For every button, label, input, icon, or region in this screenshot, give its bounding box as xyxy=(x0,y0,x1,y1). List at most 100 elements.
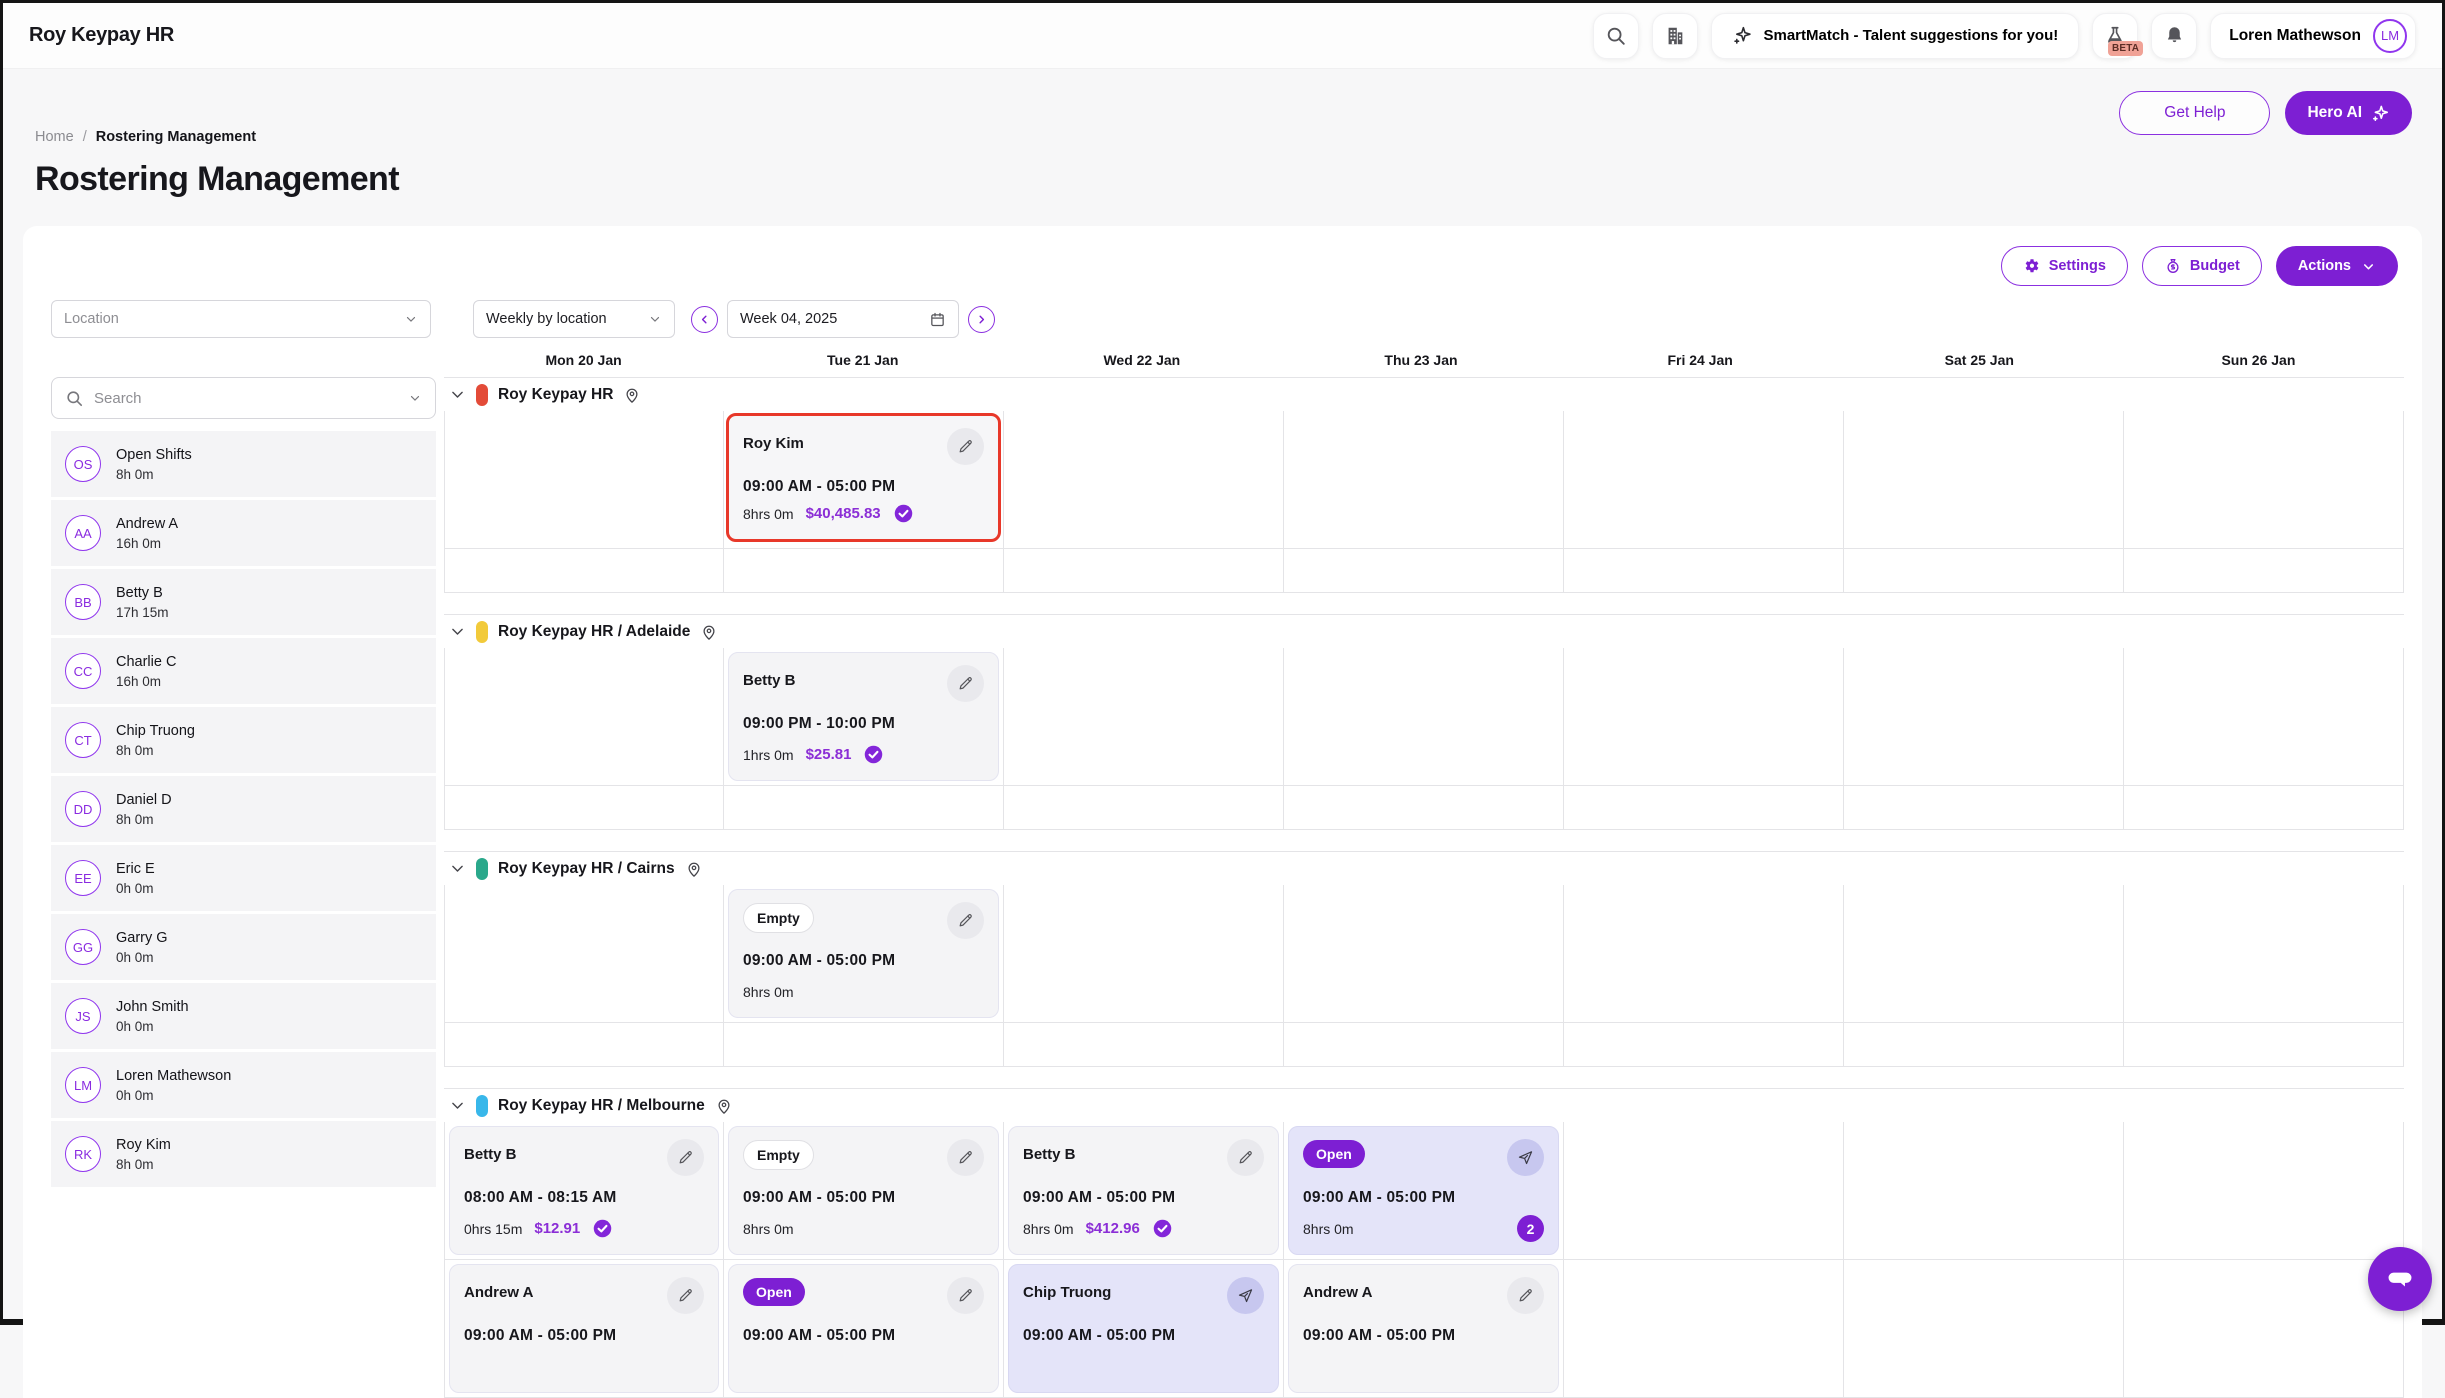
search-button[interactable] xyxy=(1593,13,1639,59)
organisation-button[interactable] xyxy=(1652,13,1698,59)
day-cell[interactable] xyxy=(1844,648,2124,786)
employee-list-item[interactable]: DD Daniel D 8h 0m xyxy=(51,776,436,842)
collapse-group-button[interactable] xyxy=(449,623,466,640)
shift-card[interactable]: Betty B 09:00 PM - 10:00 PM 1hrs 0m $25.… xyxy=(728,652,999,781)
day-cell[interactable]: Andrew A 09:00 AM - 05:00 PM xyxy=(444,1260,724,1398)
day-cell[interactable] xyxy=(724,1023,1004,1067)
day-cell[interactable] xyxy=(1004,549,1284,593)
collapse-group-button[interactable] xyxy=(449,860,466,877)
shift-card[interactable]: Empty 09:00 AM - 05:00 PM 8hrs 0m xyxy=(728,1126,999,1255)
edit-shift-button[interactable] xyxy=(947,665,984,702)
day-cell[interactable] xyxy=(2124,411,2404,549)
day-cell[interactable] xyxy=(1004,411,1284,549)
edit-shift-button[interactable] xyxy=(667,1139,704,1176)
previous-week-button[interactable] xyxy=(691,306,718,333)
employee-list-item[interactable]: OS Open Shifts 8h 0m xyxy=(51,431,436,497)
day-cell[interactable] xyxy=(1564,1023,1844,1067)
shift-card[interactable]: Betty B 08:00 AM - 08:15 AM 0hrs 15m $12… xyxy=(449,1126,719,1255)
day-cell[interactable] xyxy=(1564,1122,1844,1260)
day-cell[interactable] xyxy=(1844,1122,2124,1260)
day-cell[interactable] xyxy=(1844,1023,2124,1067)
user-menu[interactable]: Loren Mathewson LM xyxy=(2210,13,2416,59)
edit-shift-button[interactable] xyxy=(667,1277,704,1314)
employee-search-box[interactable] xyxy=(51,377,436,419)
employee-list-item[interactable]: AA Andrew A 16h 0m xyxy=(51,500,436,566)
day-cell[interactable] xyxy=(724,549,1004,593)
day-cell[interactable] xyxy=(2124,786,2404,830)
day-cell[interactable] xyxy=(1564,786,1844,830)
day-cell[interactable]: Andrew A 09:00 AM - 05:00 PM xyxy=(1284,1260,1564,1398)
edit-shift-button[interactable] xyxy=(947,1277,984,1314)
week-picker[interactable]: Week 04, 2025 xyxy=(727,300,959,338)
day-cell[interactable] xyxy=(2124,1260,2404,1398)
day-cell[interactable] xyxy=(1844,411,2124,549)
edit-shift-button[interactable] xyxy=(1507,1277,1544,1314)
notifications-button[interactable] xyxy=(2151,13,2197,59)
shift-card[interactable]: Chip Truong 09:00 AM - 05:00 PM xyxy=(1008,1264,1279,1393)
day-cell[interactable] xyxy=(1564,1260,1844,1398)
day-cell[interactable] xyxy=(1284,885,1564,1023)
day-cell[interactable]: Roy Kim 09:00 AM - 05:00 PM 8hrs 0m $40,… xyxy=(724,411,1004,549)
day-cell[interactable]: Empty 09:00 AM - 05:00 PM 8hrs 0m xyxy=(724,1122,1004,1260)
employee-list-item[interactable]: JS John Smith 0h 0m xyxy=(51,983,436,1049)
view-mode-select[interactable]: Weekly by location xyxy=(473,300,675,338)
chat-widget-button[interactable] xyxy=(2368,1247,2432,1311)
employee-list-item[interactable]: EE Eric E 0h 0m xyxy=(51,845,436,911)
publish-shift-button[interactable] xyxy=(1227,1277,1264,1314)
day-cell[interactable] xyxy=(2124,885,2404,1023)
shift-card[interactable]: Betty B 09:00 AM - 05:00 PM 8hrs 0m $412… xyxy=(1008,1126,1279,1255)
day-cell[interactable]: Betty B 09:00 AM - 05:00 PM 8hrs 0m $412… xyxy=(1004,1122,1284,1260)
employee-search-input[interactable] xyxy=(94,390,398,407)
actions-button[interactable]: Actions xyxy=(2276,246,2398,286)
employee-list-item[interactable]: GG Garry G 0h 0m xyxy=(51,914,436,980)
shift-card[interactable]: Andrew A 09:00 AM - 05:00 PM xyxy=(449,1264,719,1393)
breadcrumb-home[interactable]: Home xyxy=(35,129,74,145)
shift-card[interactable]: Open 09:00 AM - 05:00 PM xyxy=(728,1264,999,1393)
shift-card[interactable]: Empty 09:00 AM - 05:00 PM 8hrs 0m xyxy=(728,889,999,1018)
employee-list-item[interactable]: BB Betty B 17h 15m xyxy=(51,569,436,635)
day-cell[interactable]: Open 09:00 AM - 05:00 PM 8hrs 0m 2 xyxy=(1284,1122,1564,1260)
shift-card[interactable]: Open 09:00 AM - 05:00 PM 8hrs 0m 2 xyxy=(1288,1126,1559,1255)
day-cell[interactable] xyxy=(2124,549,2404,593)
settings-button[interactable]: Settings xyxy=(2001,246,2128,286)
publish-shift-button[interactable] xyxy=(1507,1139,1544,1176)
day-cell[interactable] xyxy=(1004,786,1284,830)
next-week-button[interactable] xyxy=(968,306,995,333)
employee-list-item[interactable]: CC Charlie C 16h 0m xyxy=(51,638,436,704)
smartmatch-button[interactable]: SmartMatch - Talent suggestions for you! xyxy=(1711,13,2079,59)
day-cell[interactable] xyxy=(1844,549,2124,593)
day-cell[interactable] xyxy=(2124,648,2404,786)
edit-shift-button[interactable] xyxy=(947,902,984,939)
shift-card[interactable]: Andrew A 09:00 AM - 05:00 PM xyxy=(1288,1264,1559,1393)
day-cell[interactable] xyxy=(1564,411,1844,549)
employee-list-item[interactable]: RK Roy Kim 8h 0m xyxy=(51,1121,436,1187)
collapse-group-button[interactable] xyxy=(449,386,466,403)
day-cell[interactable] xyxy=(1844,885,2124,1023)
day-cell[interactable] xyxy=(1844,786,2124,830)
day-cell[interactable]: Open 09:00 AM - 05:00 PM xyxy=(724,1260,1004,1398)
edit-shift-button[interactable] xyxy=(947,428,984,465)
day-cell[interactable] xyxy=(1284,786,1564,830)
day-cell[interactable] xyxy=(2124,1122,2404,1260)
day-cell[interactable] xyxy=(1284,648,1564,786)
day-cell[interactable] xyxy=(1564,885,1844,1023)
day-cell[interactable] xyxy=(444,411,724,549)
day-cell[interactable] xyxy=(724,786,1004,830)
get-help-button[interactable]: Get Help xyxy=(2119,91,2270,135)
day-cell[interactable] xyxy=(1284,411,1564,549)
day-cell[interactable] xyxy=(1564,549,1844,593)
day-cell[interactable]: Empty 09:00 AM - 05:00 PM 8hrs 0m xyxy=(724,885,1004,1023)
edit-shift-button[interactable] xyxy=(1227,1139,1264,1176)
day-cell[interactable] xyxy=(1004,885,1284,1023)
employee-list-item[interactable]: CT Chip Truong 8h 0m xyxy=(51,707,436,773)
day-cell[interactable]: Betty B 08:00 AM - 08:15 AM 0hrs 15m $12… xyxy=(444,1122,724,1260)
location-select[interactable]: Location xyxy=(51,300,431,338)
day-cell[interactable] xyxy=(1564,648,1844,786)
day-cell[interactable] xyxy=(444,549,724,593)
day-cell[interactable] xyxy=(1844,1260,2124,1398)
edit-shift-button[interactable] xyxy=(947,1139,984,1176)
shift-card[interactable]: Roy Kim 09:00 AM - 05:00 PM 8hrs 0m $40,… xyxy=(726,413,1001,542)
day-cell[interactable] xyxy=(444,786,724,830)
day-cell[interactable] xyxy=(2124,1023,2404,1067)
day-cell[interactable] xyxy=(444,648,724,786)
